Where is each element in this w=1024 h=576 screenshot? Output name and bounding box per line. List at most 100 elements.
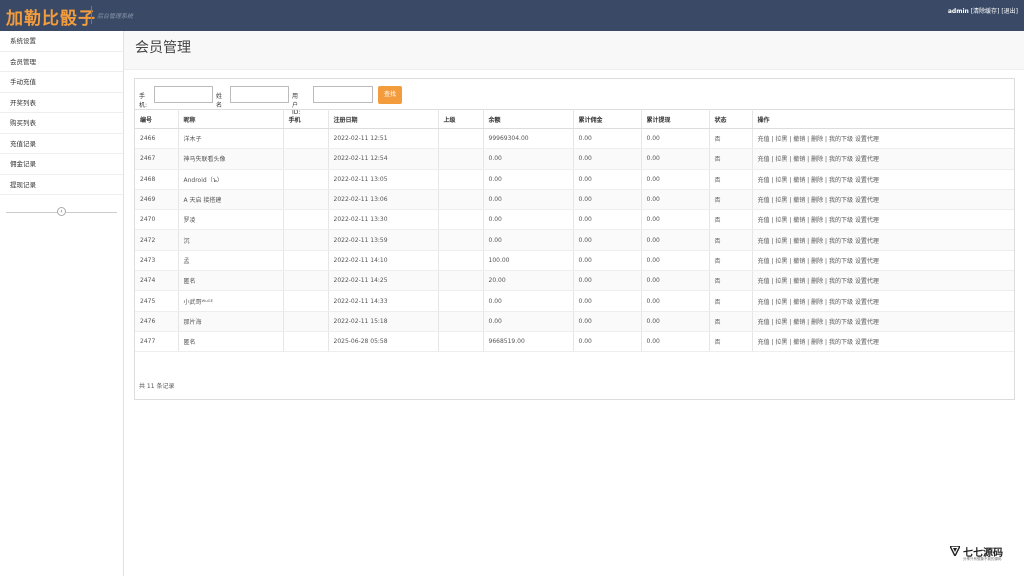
action-link[interactable]: 我的下级 xyxy=(829,156,853,163)
action-link[interactable]: 设置代理 xyxy=(855,177,879,184)
action-link[interactable]: 充值 xyxy=(758,156,770,163)
cell-actions: 充值 | 拉黑 | 撤销 | 删除 | 我的下级 设置代理 xyxy=(752,189,1014,211)
sidebar-item-withdraw-records[interactable]: 提现记录 xyxy=(0,175,123,195)
search-button[interactable]: 查找 xyxy=(378,86,402,104)
action-link[interactable]: 充值 xyxy=(758,258,770,265)
uid-input[interactable] xyxy=(313,86,373,103)
action-link[interactable]: 撤销 xyxy=(793,156,805,163)
action-link[interactable]: 我的下级 xyxy=(829,197,853,204)
logout-link[interactable]: [退出] xyxy=(1001,8,1018,15)
action-link[interactable]: 撤销 xyxy=(793,177,805,184)
cell-status: 否 xyxy=(709,209,753,231)
cell-balance: 0.00 xyxy=(483,209,574,231)
action-link[interactable]: 删除 xyxy=(811,339,823,346)
action-link[interactable]: 拉黑 xyxy=(775,299,787,306)
action-link[interactable]: 拉黑 xyxy=(775,339,787,346)
action-link[interactable]: 删除 xyxy=(811,258,823,265)
action-link[interactable]: 撤销 xyxy=(793,197,805,204)
action-link[interactable]: 我的下级 xyxy=(829,177,853,184)
action-link[interactable]: 撤销 xyxy=(793,319,805,326)
clear-cache-link[interactable]: [清除缓存] xyxy=(971,8,1000,15)
action-link[interactable]: 删除 xyxy=(811,319,823,326)
sidebar-item-members[interactable]: 会员管理 xyxy=(0,52,123,72)
action-link[interactable]: 删除 xyxy=(811,156,823,163)
name-input[interactable] xyxy=(230,86,289,103)
action-link[interactable]: 删除 xyxy=(811,136,823,143)
action-link[interactable]: 充值 xyxy=(758,217,770,224)
cell-status: 否 xyxy=(709,229,753,251)
action-link[interactable]: 撤销 xyxy=(793,278,805,285)
action-link[interactable]: 拉黑 xyxy=(775,319,787,326)
action-link[interactable]: 删除 xyxy=(811,278,823,285)
sidebar-item-commission-records[interactable]: 佣金记录 xyxy=(0,154,123,175)
action-link[interactable]: 撤销 xyxy=(793,136,805,143)
action-link[interactable]: 设置代理 xyxy=(855,136,879,143)
action-link[interactable]: 拉黑 xyxy=(775,258,787,265)
action-link[interactable]: 设置代理 xyxy=(855,339,879,346)
action-link[interactable]: 我的下级 xyxy=(829,136,853,143)
action-link[interactable]: 拉黑 xyxy=(775,177,787,184)
phone-input[interactable] xyxy=(154,86,213,103)
action-link[interactable]: 我的下级 xyxy=(829,299,853,306)
action-link[interactable]: 充值 xyxy=(758,278,770,285)
cell-actions: 充值 | 拉黑 | 撤销 | 删除 | 我的下级 设置代理 xyxy=(752,311,1014,332)
action-link[interactable]: 撤销 xyxy=(793,238,805,245)
sidebar-item-draw-list[interactable]: 开奖列表 xyxy=(0,93,123,113)
action-link[interactable]: 拉黑 xyxy=(775,136,787,143)
action-link[interactable]: 充值 xyxy=(758,177,770,184)
cell-phone xyxy=(283,229,329,251)
action-link[interactable]: 设置代理 xyxy=(855,238,879,245)
action-link[interactable]: 我的下级 xyxy=(829,339,853,346)
action-link[interactable]: 删除 xyxy=(811,177,823,184)
cell-phone xyxy=(283,250,329,272)
action-link[interactable]: 我的下级 xyxy=(829,217,853,224)
cell-withdraw: 0.00 xyxy=(641,189,710,211)
action-link[interactable]: 拉黑 xyxy=(775,278,787,285)
action-link[interactable]: 我的下级 xyxy=(829,278,853,285)
action-link[interactable]: 充值 xyxy=(758,238,770,245)
action-link[interactable]: 我的下级 xyxy=(829,238,853,245)
action-link[interactable]: 拉黑 xyxy=(775,156,787,163)
action-link[interactable]: 撤销 xyxy=(793,299,805,306)
action-link[interactable]: 设置代理 xyxy=(855,156,879,163)
action-link[interactable]: 充值 xyxy=(758,299,770,306)
action-link[interactable]: 设置代理 xyxy=(855,319,879,326)
cell-id: 2473 xyxy=(135,250,179,272)
action-link[interactable]: 充值 xyxy=(758,136,770,143)
action-link[interactable]: 充值 xyxy=(758,339,770,346)
action-link[interactable]: 删除 xyxy=(811,197,823,204)
sidebar-item-recharge-records[interactable]: 充值记录 xyxy=(0,134,123,154)
cell-nick: 孟 xyxy=(178,250,284,272)
action-link[interactable]: 设置代理 xyxy=(855,299,879,306)
cell-date: 2022-02-11 12:51 xyxy=(328,128,439,150)
sidebar-collapse-bar: ‹ xyxy=(6,207,117,217)
action-link[interactable]: 删除 xyxy=(811,238,823,245)
sidebar-item-manual-recharge[interactable]: 手动充值 xyxy=(0,72,123,93)
table-body: 2466 洋木子 2022-02-11 12:51 99969304.00 0.00 0.… xyxy=(135,128,1014,353)
action-link[interactable]: 充值 xyxy=(758,319,770,326)
cell-status: 否 xyxy=(709,311,753,332)
cell-date: 2022-02-11 13:30 xyxy=(328,209,439,231)
action-link[interactable]: 拉黑 xyxy=(775,217,787,224)
cell-nick: 匿名 xyxy=(178,270,284,292)
action-link[interactable]: 我的下级 xyxy=(829,258,853,265)
action-link[interactable]: 撤销 xyxy=(793,339,805,346)
cell-nick: A 天启 接搭建 xyxy=(178,189,284,211)
action-link[interactable]: 撤销 xyxy=(793,258,805,265)
action-link[interactable]: 拉黑 xyxy=(775,238,787,245)
action-link[interactable]: 设置代理 xyxy=(855,278,879,285)
chevron-left-icon[interactable]: ‹ xyxy=(57,207,66,216)
cell-commission: 0.00 xyxy=(573,290,642,312)
action-link[interactable]: 设置代理 xyxy=(855,217,879,224)
action-link[interactable]: 删除 xyxy=(811,217,823,224)
sidebar-item-purchase-list[interactable]: 购买列表 xyxy=(0,113,123,134)
action-link[interactable]: 充值 xyxy=(758,197,770,204)
cell-balance: 0.00 xyxy=(483,189,574,211)
action-link[interactable]: 设置代理 xyxy=(855,197,879,204)
sidebar-item-system-settings[interactable]: 系统设置 xyxy=(0,31,123,52)
action-link[interactable]: 拉黑 xyxy=(775,197,787,204)
action-link[interactable]: 我的下级 xyxy=(829,319,853,326)
action-link[interactable]: 设置代理 xyxy=(855,258,879,265)
action-link[interactable]: 撤销 xyxy=(793,217,805,224)
action-link[interactable]: 删除 xyxy=(811,299,823,306)
